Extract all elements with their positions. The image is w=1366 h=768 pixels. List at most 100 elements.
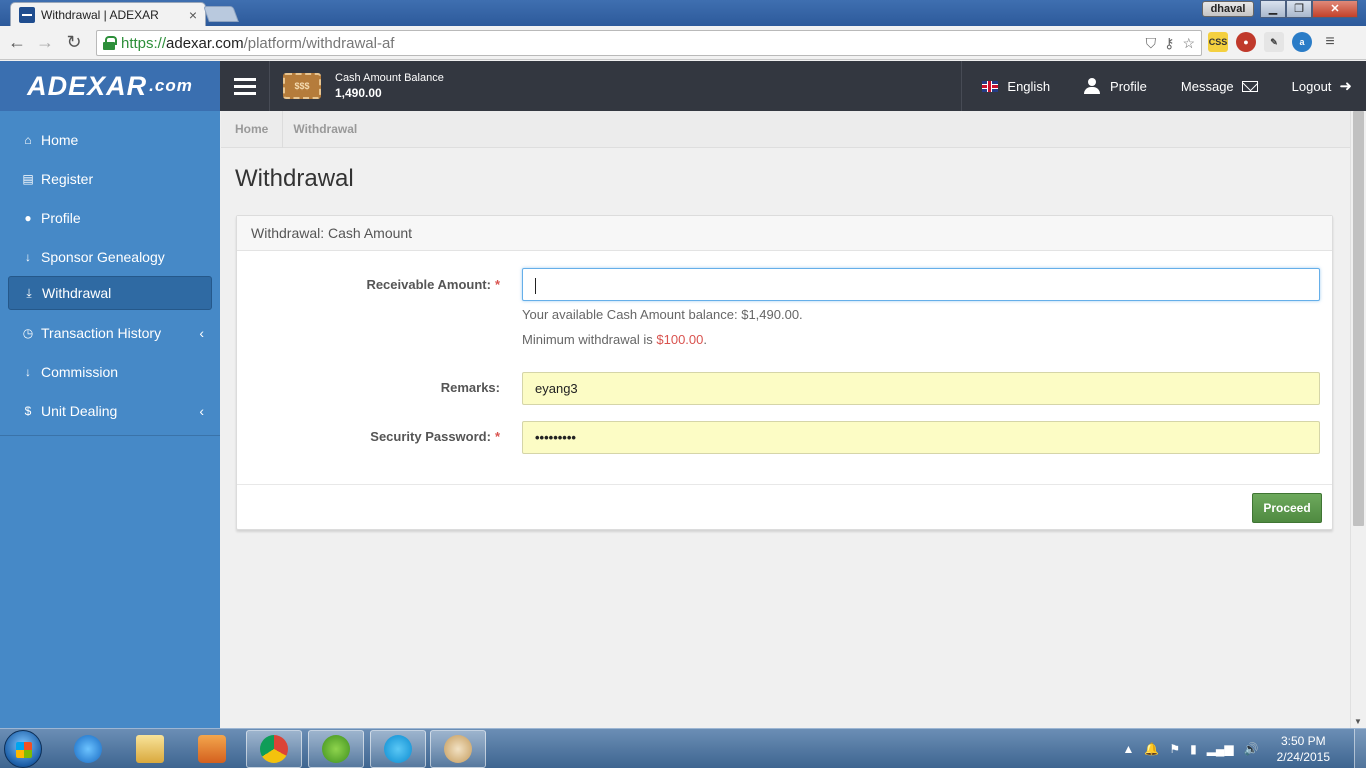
arrow-down-icon: ↓	[25, 364, 31, 379]
logout-arrow-icon: ➜	[1339, 78, 1352, 95]
app-header: ADEXAR .com $$$ Cash Amount Balance 1,490…	[0, 61, 1366, 111]
breadcrumb: Home Withdrawal	[221, 110, 1350, 148]
language-selector[interactable]: English	[962, 61, 1064, 111]
sidebar-item-unit-dealing[interactable]: $ Unit Dealing ‹	[0, 391, 220, 430]
network-icon[interactable]: ▂▄▆	[1207, 742, 1234, 756]
restore-button[interactable]: ❐	[1286, 0, 1312, 18]
forward-icon[interactable]: →	[34, 32, 56, 53]
minimum-amount: $100.00	[656, 332, 704, 347]
profile-label: Profile	[1110, 78, 1147, 94]
tab-close-icon[interactable]: ×	[189, 7, 197, 23]
media-player-icon	[198, 735, 226, 763]
scrollbar-thumb[interactable]	[1353, 111, 1364, 526]
css-extension-icon[interactable]: CSS	[1208, 32, 1228, 52]
user-icon	[1084, 78, 1101, 94]
tray-icons: ▲ 🔔 ⚑ ▮ ▂▄▆ 🔊	[1122, 742, 1258, 756]
remarks-label: Remarks:	[440, 380, 500, 395]
new-tab-button[interactable]	[203, 6, 239, 22]
chrome-taskbar-icon[interactable]	[246, 730, 302, 768]
logout-label: Logout	[1291, 78, 1332, 94]
vertical-scrollbar[interactable]: ▼	[1350, 111, 1366, 728]
receivable-amount-input[interactable]	[522, 268, 1320, 301]
sidebar-item-home[interactable]: ⌂ Home	[0, 120, 220, 159]
menu-toggle-icon[interactable]	[220, 61, 270, 111]
sidebar-item-register[interactable]: ▤ Register	[0, 159, 220, 198]
withdrawal-icon: ⤓	[26, 285, 32, 300]
security-password-input[interactable]: •••••••••	[522, 421, 1320, 454]
message-link[interactable]: Message	[1161, 61, 1272, 111]
logo-suffix: .com	[149, 76, 193, 95]
url-actions: ⛉ ⚷ ☆	[1146, 35, 1195, 52]
close-window-button[interactable]: ✕	[1312, 0, 1358, 18]
lock-icon	[103, 36, 117, 50]
chrome-icon	[260, 735, 288, 763]
menu-icon[interactable]: ≡	[1320, 32, 1340, 52]
show-desktop-button[interactable]	[1354, 729, 1366, 768]
uk-flag-icon	[982, 80, 999, 92]
language-label: English	[1007, 78, 1051, 94]
battery-icon[interactable]: ▮	[1190, 742, 1197, 756]
clock-time: 3:50 PM	[1280, 734, 1326, 748]
breadcrumb-current: Withdrawal	[293, 121, 358, 136]
tray-expand-icon[interactable]: ▲	[1122, 742, 1134, 756]
window-controls: ▁ ❐ ✕	[1260, 0, 1358, 18]
remarks-input[interactable]: eyang3	[522, 372, 1320, 405]
address-bar[interactable]: https:// adexar.com /platform/withdrawal…	[96, 30, 1202, 56]
sidebar-item-label: Sponsor Genealogy	[41, 248, 165, 265]
sidebar-item-transaction-history[interactable]: ◷ Transaction History ‹	[0, 313, 220, 352]
volume-icon[interactable]: 🔊	[1244, 742, 1259, 756]
proceed-button[interactable]: Proceed	[1252, 493, 1322, 523]
page-title: Withdrawal	[235, 165, 354, 192]
site-favicon-icon	[19, 6, 35, 23]
sidebar-item-label: Register	[41, 170, 94, 187]
cash-icon: $$$	[283, 73, 321, 99]
minimum-withdrawal-help: Minimum withdrawal is $100.00.	[522, 332, 707, 347]
key-icon[interactable]: ⚷	[1164, 35, 1174, 52]
balance-summary: Cash Amount Balance 1,490.00	[335, 72, 444, 100]
media-player-taskbar-icon[interactable]	[184, 730, 240, 768]
back-icon[interactable]: ←	[6, 32, 28, 53]
reload-icon[interactable]: ↻	[63, 32, 85, 53]
minimize-button[interactable]: ▁	[1260, 0, 1286, 18]
receivable-label: Receivable Amount: *	[366, 277, 500, 292]
sidebar-item-commission[interactable]: ↓ Commission	[0, 352, 220, 391]
required-mark: *	[494, 277, 500, 292]
sidebar-item-sponsor-genealogy[interactable]: ↓ Sponsor Genealogy	[0, 237, 220, 276]
skype-taskbar-icon[interactable]	[370, 730, 426, 768]
action-center-icon[interactable]: ⚑	[1169, 742, 1180, 756]
arrow-down-icon: ↓	[25, 249, 31, 264]
scroll-down-icon[interactable]: ▼	[1354, 717, 1362, 726]
site-logo[interactable]: ADEXAR .com	[0, 61, 220, 111]
a-extension-icon[interactable]: a	[1292, 32, 1312, 52]
eyedropper-icon[interactable]: ✎	[1264, 32, 1284, 52]
browser-user-badge[interactable]: dhaval	[1202, 1, 1254, 17]
security-label-text: Security Password:	[370, 429, 491, 444]
profile-link[interactable]: Profile	[1064, 61, 1161, 111]
paint-taskbar-icon[interactable]	[430, 730, 486, 768]
url-path: /platform/withdrawal-af	[243, 34, 395, 52]
explorer-taskbar-icon[interactable]	[122, 730, 178, 768]
sidebar-item-profile[interactable]: ● Profile	[0, 198, 220, 237]
chevron-left-icon: ‹	[199, 402, 204, 419]
skype-icon	[384, 735, 412, 763]
system-clock[interactable]: 3:50 PM 2/24/2015	[1277, 733, 1330, 765]
envelope-icon	[1241, 80, 1258, 92]
notification-icon[interactable]: 🔔	[1144, 742, 1159, 756]
user-icon: ●	[24, 210, 32, 225]
ie-taskbar-icon[interactable]	[60, 730, 116, 768]
bookmark-star-icon[interactable]: ☆	[1182, 35, 1195, 52]
panel-footer: Proceed	[237, 484, 1332, 530]
header-nav: English Profile Message Logout ➜	[961, 61, 1366, 111]
browser-tab[interactable]: Withdrawal | ADEXAR ×	[10, 2, 206, 26]
breadcrumb-home[interactable]: Home	[221, 110, 284, 148]
sidebar-divider	[0, 435, 220, 436]
start-button[interactable]	[4, 730, 42, 768]
shield-icon[interactable]: ⛉	[1146, 35, 1157, 52]
text-caret	[535, 277, 536, 294]
adblock-icon[interactable]: ●	[1236, 32, 1256, 52]
utorrent-taskbar-icon[interactable]	[308, 730, 364, 768]
logout-link[interactable]: Logout ➜	[1272, 61, 1366, 111]
sidebar-item-withdrawal[interactable]: ⤓ Withdrawal	[8, 276, 212, 310]
paint-icon	[444, 735, 472, 763]
browser-toolbar: ← → ↻ https:// adexar.com /platform/with…	[0, 26, 1366, 60]
